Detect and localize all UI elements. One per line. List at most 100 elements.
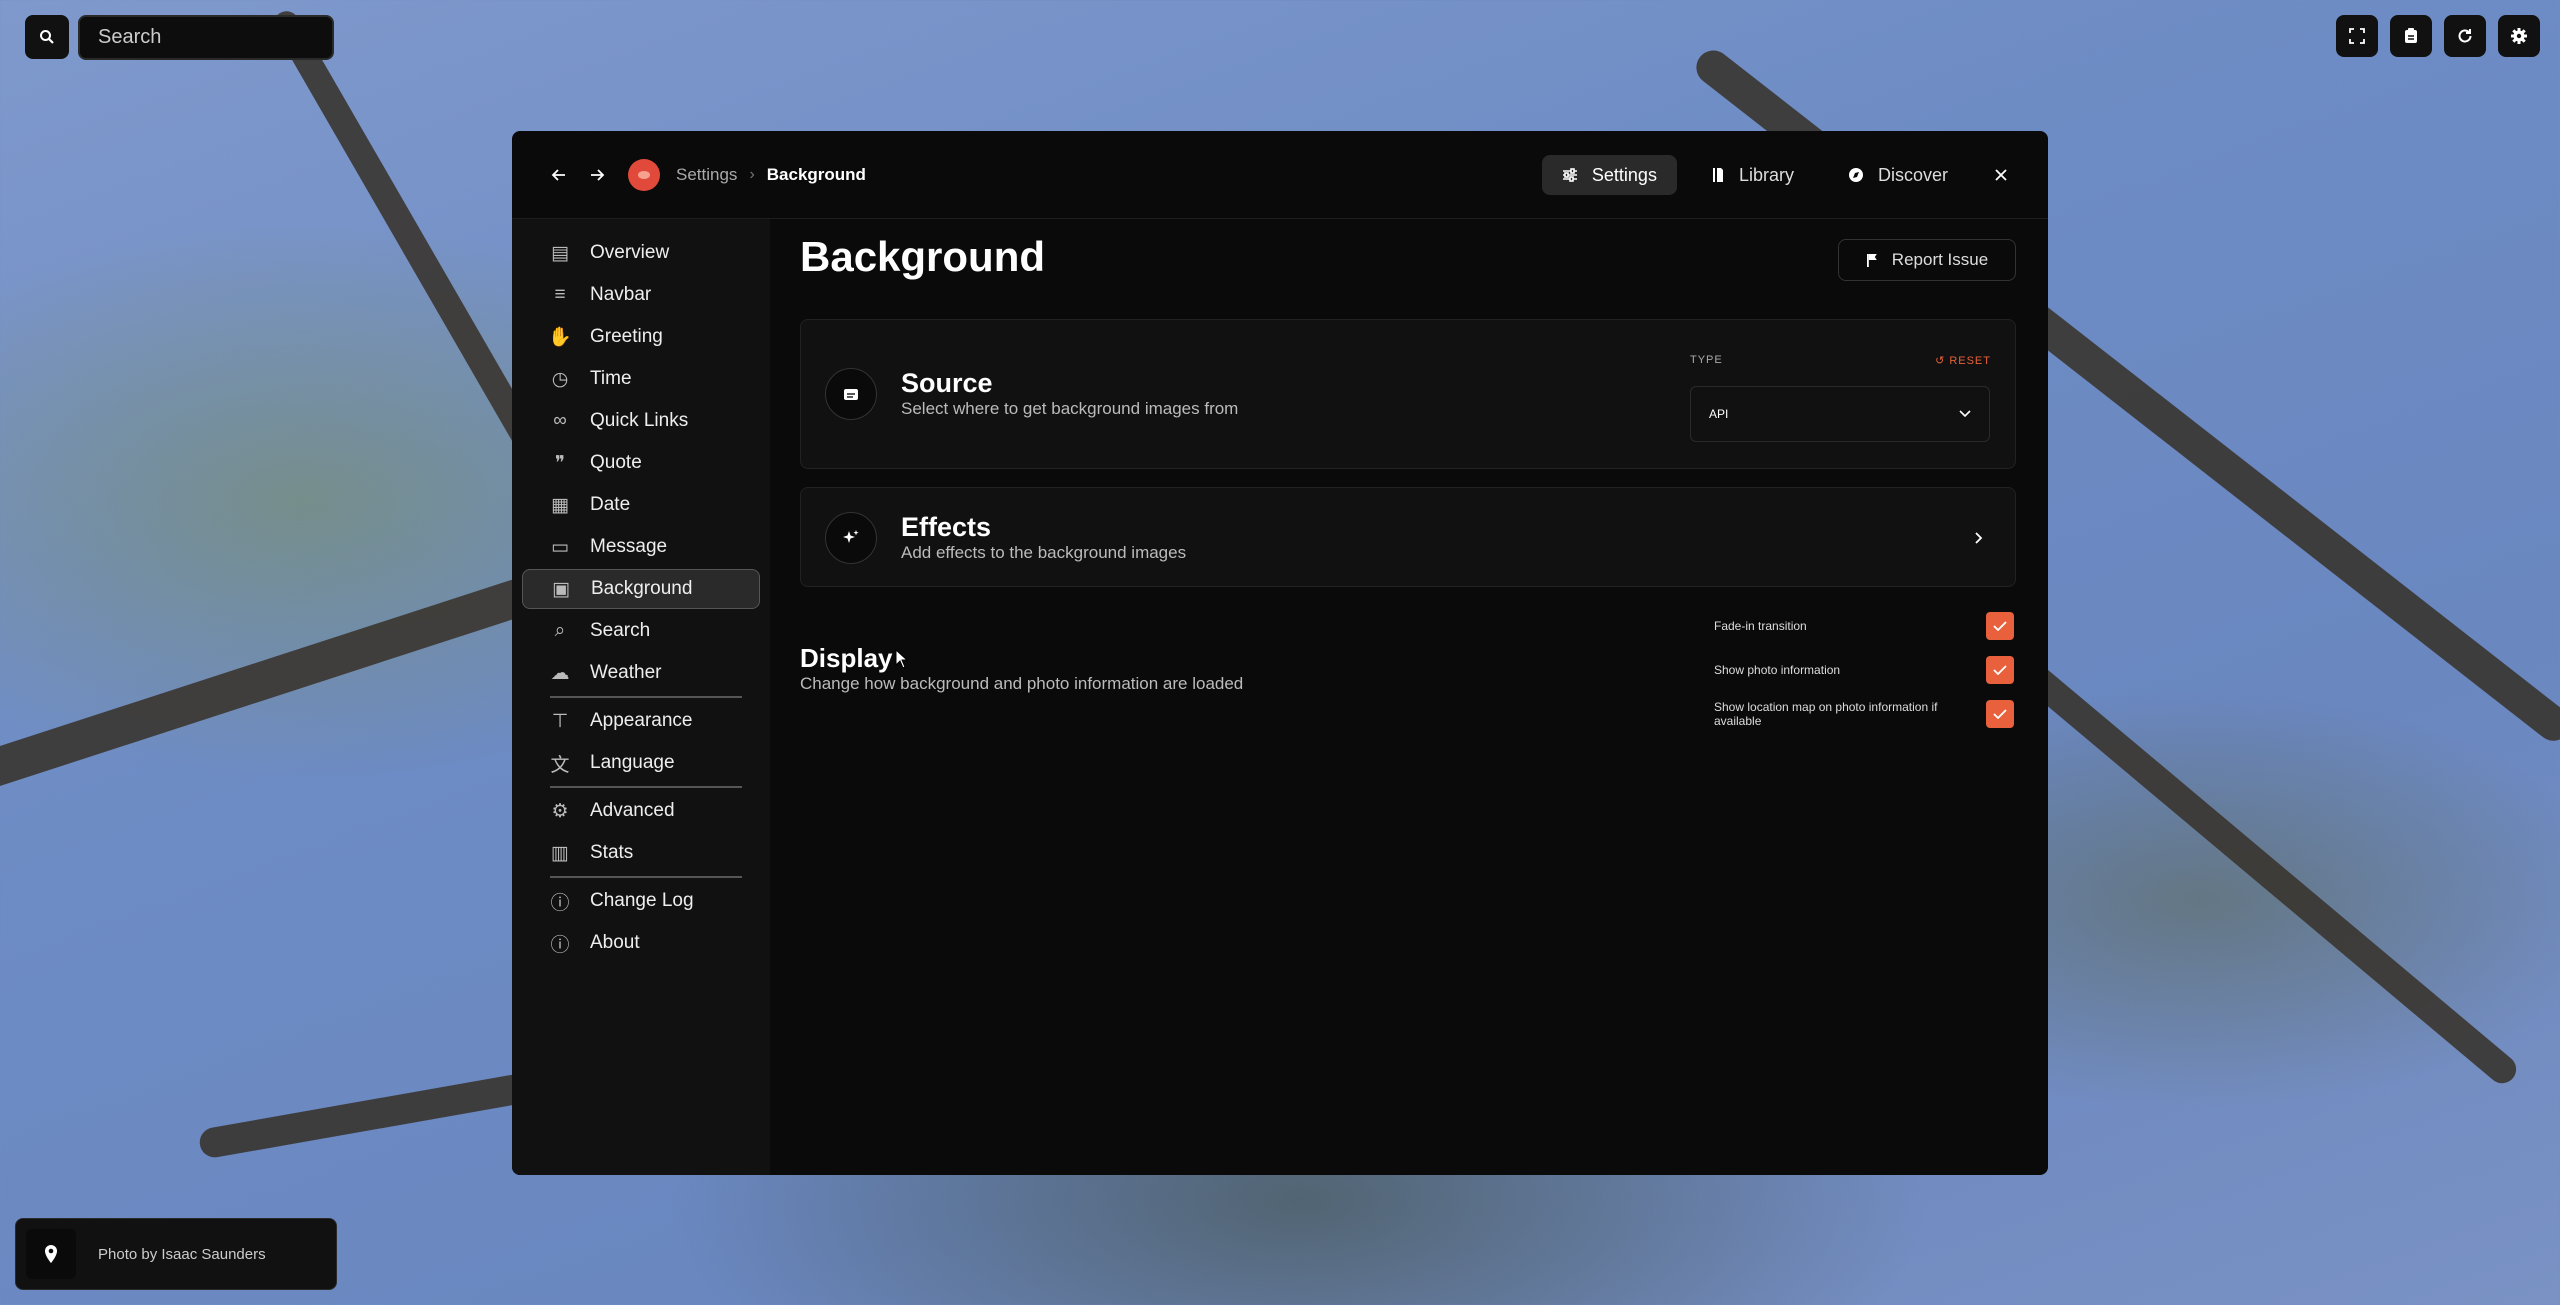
link-icon: ∞ <box>553 410 567 431</box>
effects-title: Effects <box>901 512 992 542</box>
search-input[interactable]: Search <box>78 15 334 60</box>
photo-info-option[interactable]: Show photo information <box>1714 656 2014 684</box>
alarm-icon: ◷ <box>551 368 569 390</box>
reset-icon: ↺ <box>1935 355 1946 367</box>
tab-discover[interactable]: Discover <box>1828 155 1968 195</box>
location-map-option[interactable]: Show location map on photo information i… <box>1714 700 2014 728</box>
type-select[interactable]: API <box>1690 386 1990 442</box>
fade-in-option[interactable]: Fade-in transition <box>1714 612 2014 640</box>
search-placeholder: Search <box>98 26 162 48</box>
sidebar-item-search[interactable]: ⌕ Search <box>522 611 760 651</box>
breadcrumb-separator-icon: › <box>749 165 755 183</box>
paint-roller-icon: ⊤ <box>551 710 569 732</box>
fade-in-checkbox[interactable] <box>1986 612 2014 640</box>
refresh-icon <box>2458 29 2472 43</box>
type-label: TYPE <box>1690 354 1723 366</box>
sidebar-item-appearance[interactable]: ⊤ Appearance <box>522 701 760 741</box>
sidebar-item-language[interactable]: 文 Language <box>522 743 760 783</box>
overview-icon: ▤ <box>551 242 569 264</box>
effects-subtitle: Add effects to the background images <box>901 543 1187 562</box>
tab-library[interactable]: Library <box>1691 155 1814 195</box>
arrow-right-icon <box>591 168 605 181</box>
location-map-checkbox[interactable] <box>1986 700 2014 728</box>
photo-info-label: Show photo information <box>1714 663 1841 677</box>
sidebar-item-label: Weather <box>590 662 662 683</box>
refresh-button[interactable] <box>2444 15 2486 57</box>
chevron-down-icon <box>1959 410 1971 418</box>
search-button[interactable] <box>25 15 69 59</box>
image-icon: ▣ <box>552 578 570 600</box>
fullscreen-button[interactable] <box>2336 15 2378 57</box>
greeting-icon: ✋ <box>548 327 572 348</box>
sidebar-item-label: Appearance <box>590 710 693 731</box>
gear-icon <box>2511 28 2527 44</box>
sidebar-item-about[interactable]: ⓘ About <box>522 923 760 963</box>
flag-icon <box>1866 254 1877 267</box>
sidebar-item-change-log[interactable]: ⓘ Change Log <box>522 881 760 921</box>
sidebar-divider <box>550 786 742 788</box>
close-button[interactable] <box>1986 160 2016 190</box>
navbar-icon: ≡ <box>554 284 566 305</box>
mouse-cursor-icon <box>895 649 909 669</box>
tab-settings[interactable]: Settings <box>1541 155 1677 195</box>
effects-card[interactable]: Effects Add effects to the background im… <box>800 487 2016 587</box>
sidebar-item-label: Time <box>590 368 632 389</box>
source-subtitle: Select where to get background images fr… <box>901 399 1239 418</box>
effects-icon-wrap <box>825 512 877 564</box>
page-title: Background <box>800 233 1046 280</box>
folder-image-icon <box>844 389 858 400</box>
sidebar-item-quote[interactable]: ❞ Quote <box>522 443 760 483</box>
settings-content: Background Report Issue Source Select wh… <box>800 219 2016 1175</box>
reset-button[interactable]: ↺ RESET <box>1935 354 1991 368</box>
sidebar-item-label: Quote <box>590 452 642 473</box>
report-issue-label: Report Issue <box>1891 250 1989 269</box>
message-icon: ▭ <box>551 536 569 558</box>
check-icon <box>1993 621 2007 631</box>
sidebar-item-navbar[interactable]: ≡ Navbar <box>522 275 760 315</box>
notes-button[interactable] <box>2390 15 2432 57</box>
reset-label: RESET <box>1949 354 1991 367</box>
back-button[interactable] <box>544 160 574 190</box>
arrow-left-icon <box>551 168 565 181</box>
sidebar-item-quick-links[interactable]: ∞ Quick Links <box>522 401 760 441</box>
chevron-right-icon <box>1975 532 1983 544</box>
sidebar-item-label: Overview <box>590 242 670 263</box>
sidebar-item-overview[interactable]: ▤ Overview <box>522 233 760 273</box>
location-button[interactable] <box>26 1229 76 1279</box>
gear-icon: ⚙ <box>551 800 569 822</box>
fade-in-label: Fade-in transition <box>1714 619 1807 633</box>
sidebar-item-label: About <box>590 932 640 953</box>
sidebar-item-label: Message <box>590 536 668 557</box>
modal-header: Settings › Background Settings Library D… <box>512 131 2048 219</box>
sidebar-item-background[interactable]: ▣ Background <box>522 569 760 609</box>
report-issue-button[interactable]: Report Issue <box>1838 239 2016 281</box>
info-icon: ⓘ <box>550 934 570 956</box>
sidebar-item-label: Background <box>591 578 693 599</box>
sidebar-item-time[interactable]: ◷ Time <box>522 359 760 399</box>
calendar-icon: ▦ <box>551 494 569 516</box>
sidebar-item-stats[interactable]: ▥ Stats <box>522 833 760 873</box>
sidebar-item-label: Quick Links <box>590 410 689 431</box>
sidebar-item-label: Navbar <box>590 284 652 305</box>
sidebar-item-weather[interactable]: ☁ Weather <box>522 653 760 693</box>
location-map-label: Show location map on photo information i… <box>1714 700 1938 728</box>
breadcrumb-root[interactable]: Settings <box>676 165 737 185</box>
sparkle-icon <box>843 530 859 543</box>
breadcrumb-current: Background <box>766 164 866 184</box>
stats-icon: ▥ <box>551 842 569 864</box>
sidebar-item-label: Stats <box>590 842 634 863</box>
settings-modal: Settings › Background Settings Library D… <box>512 131 2048 1175</box>
sidebar-item-advanced[interactable]: ⚙ Advanced <box>522 791 760 831</box>
photo-info-checkbox[interactable] <box>1986 656 2014 684</box>
forward-button[interactable] <box>582 160 612 190</box>
sidebar-item-label: Language <box>590 752 675 773</box>
search-icon: ⌕ <box>554 620 566 641</box>
sidebar-item-label: Date <box>590 494 631 515</box>
source-title: Source <box>901 368 993 398</box>
sidebar-divider <box>550 876 742 878</box>
sidebar-item-message[interactable]: ▭ Message <box>522 527 760 567</box>
sidebar-divider <box>550 696 742 698</box>
sidebar-item-greeting[interactable]: ✋ Greeting <box>522 317 760 357</box>
settings-button[interactable] <box>2498 15 2540 57</box>
sidebar-item-date[interactable]: ▦ Date <box>522 485 760 525</box>
